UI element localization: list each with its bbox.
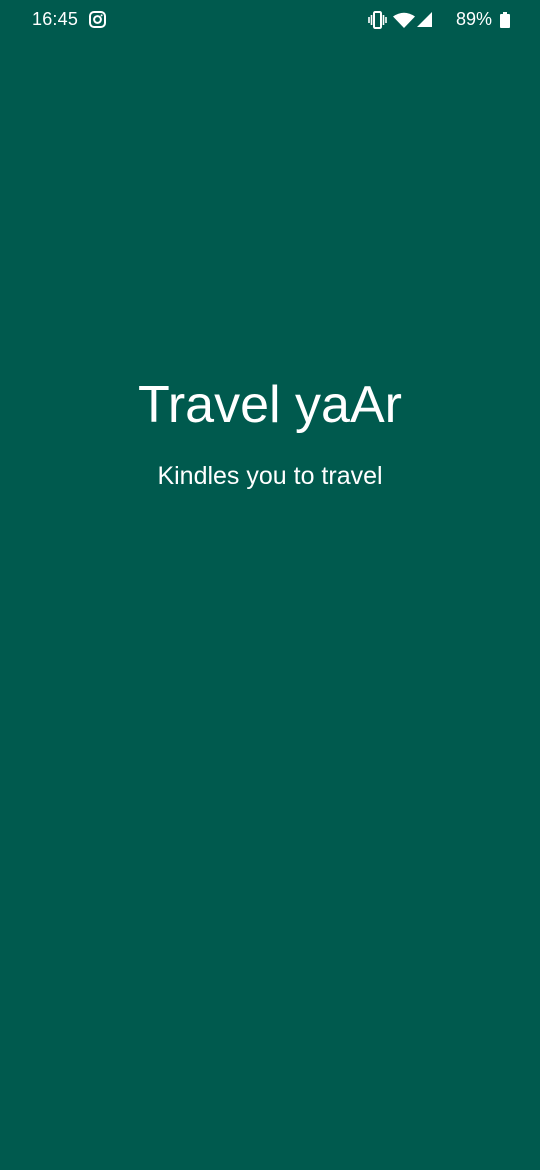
splash-content: Travel yaAr Kindles you to travel [0, 370, 540, 492]
app-title: Travel yaAr [138, 376, 402, 434]
app-tagline: Kindles you to travel [157, 462, 383, 490]
instagram-icon [89, 11, 106, 28]
signal-icon [417, 12, 432, 27]
battery-icon [500, 12, 510, 28]
status-icons: 89% [350, 8, 510, 32]
wifi-icon [393, 12, 415, 28]
battery-percentage: 89% [455, 9, 492, 29]
status-time: 16:45 [32, 9, 79, 29]
vibrate-icon [368, 11, 387, 29]
status-bar: 16:45 89% [0, 0, 540, 40]
